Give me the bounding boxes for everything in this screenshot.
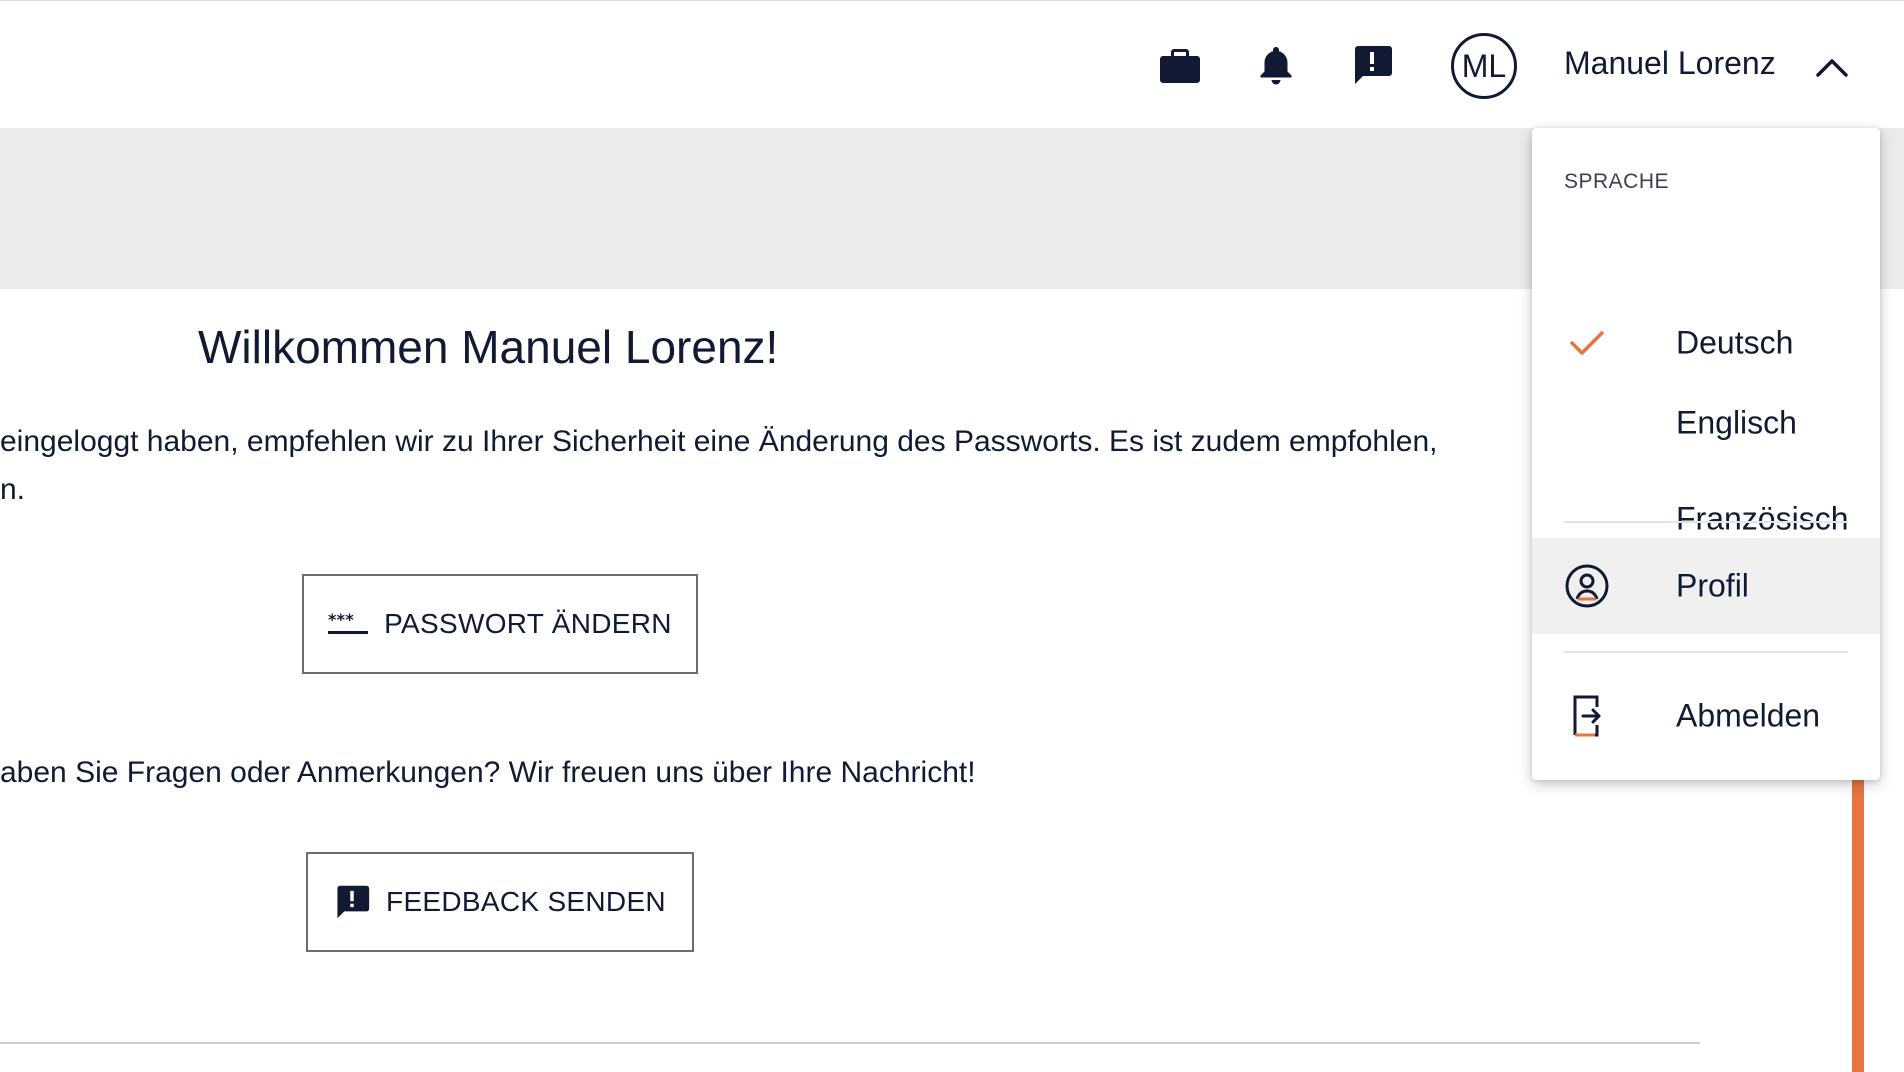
menu-item-logout[interactable]: Abmelden	[1532, 668, 1880, 764]
user-menu-dropdown: SPRACHE Deutsch Englisch Französisch Pro…	[1532, 128, 1880, 780]
logout-label: Abmelden	[1676, 697, 1821, 734]
change-password-label: PASSWORT ÄNDERN	[384, 608, 672, 639]
svg-text:***: ***	[328, 611, 354, 629]
bell-icon[interactable]	[1254, 43, 1298, 87]
intro-text-line-1: eingeloggt haben, empfehlen wir zu Ihrer…	[0, 425, 1438, 458]
send-feedback-button[interactable]: FEEDBACK SENDEN	[306, 852, 694, 952]
page: ML Manuel Lorenz Willkommen Manuel Loren…	[0, 0, 1904, 1072]
feedback-icon	[334, 884, 370, 920]
change-password-button[interactable]: *** PASSWORT ÄNDERN	[302, 574, 698, 674]
feedback-icon[interactable]	[1350, 43, 1394, 87]
password-icon: ***	[328, 611, 369, 637]
welcome-title: Willkommen Manuel Lorenz!	[198, 321, 779, 373]
menu-item-profile[interactable]: Profil	[1532, 538, 1880, 634]
language-label: Deutsch	[1676, 324, 1794, 361]
user-name[interactable]: Manuel Lorenz	[1564, 45, 1776, 82]
intro-text-line-2: n.	[0, 473, 26, 506]
language-section-title: SPRACHE	[1564, 170, 1670, 193]
divider	[0, 1042, 1700, 1044]
password-recommendation-text: eingeloggt haben, empfehlen wir zu Ihrer…	[0, 418, 1540, 514]
avatar-initials: ML	[1461, 47, 1507, 84]
logout-icon	[1564, 693, 1610, 739]
feedback-prompt-text: aben Sie Fragen oder Anmerkungen? Wir fr…	[0, 756, 976, 789]
language-label: Französisch	[1676, 500, 1849, 537]
top-bar: ML Manuel Lorenz	[0, 0, 1904, 128]
profile-icon	[1564, 563, 1610, 609]
chevron-up-icon[interactable]	[1812, 49, 1852, 85]
profile-label: Profil	[1676, 567, 1749, 604]
avatar[interactable]: ML	[1451, 33, 1517, 99]
accent-bar	[1852, 770, 1864, 1072]
language-label: Englisch	[1676, 404, 1797, 441]
checkmark-icon	[1564, 320, 1610, 366]
menu-divider	[1564, 521, 1848, 523]
send-feedback-label: FEEDBACK SENDEN	[386, 886, 666, 917]
language-option-englisch[interactable]: Englisch	[1532, 375, 1880, 471]
briefcase-icon[interactable]	[1158, 43, 1202, 87]
menu-divider	[1564, 651, 1848, 653]
